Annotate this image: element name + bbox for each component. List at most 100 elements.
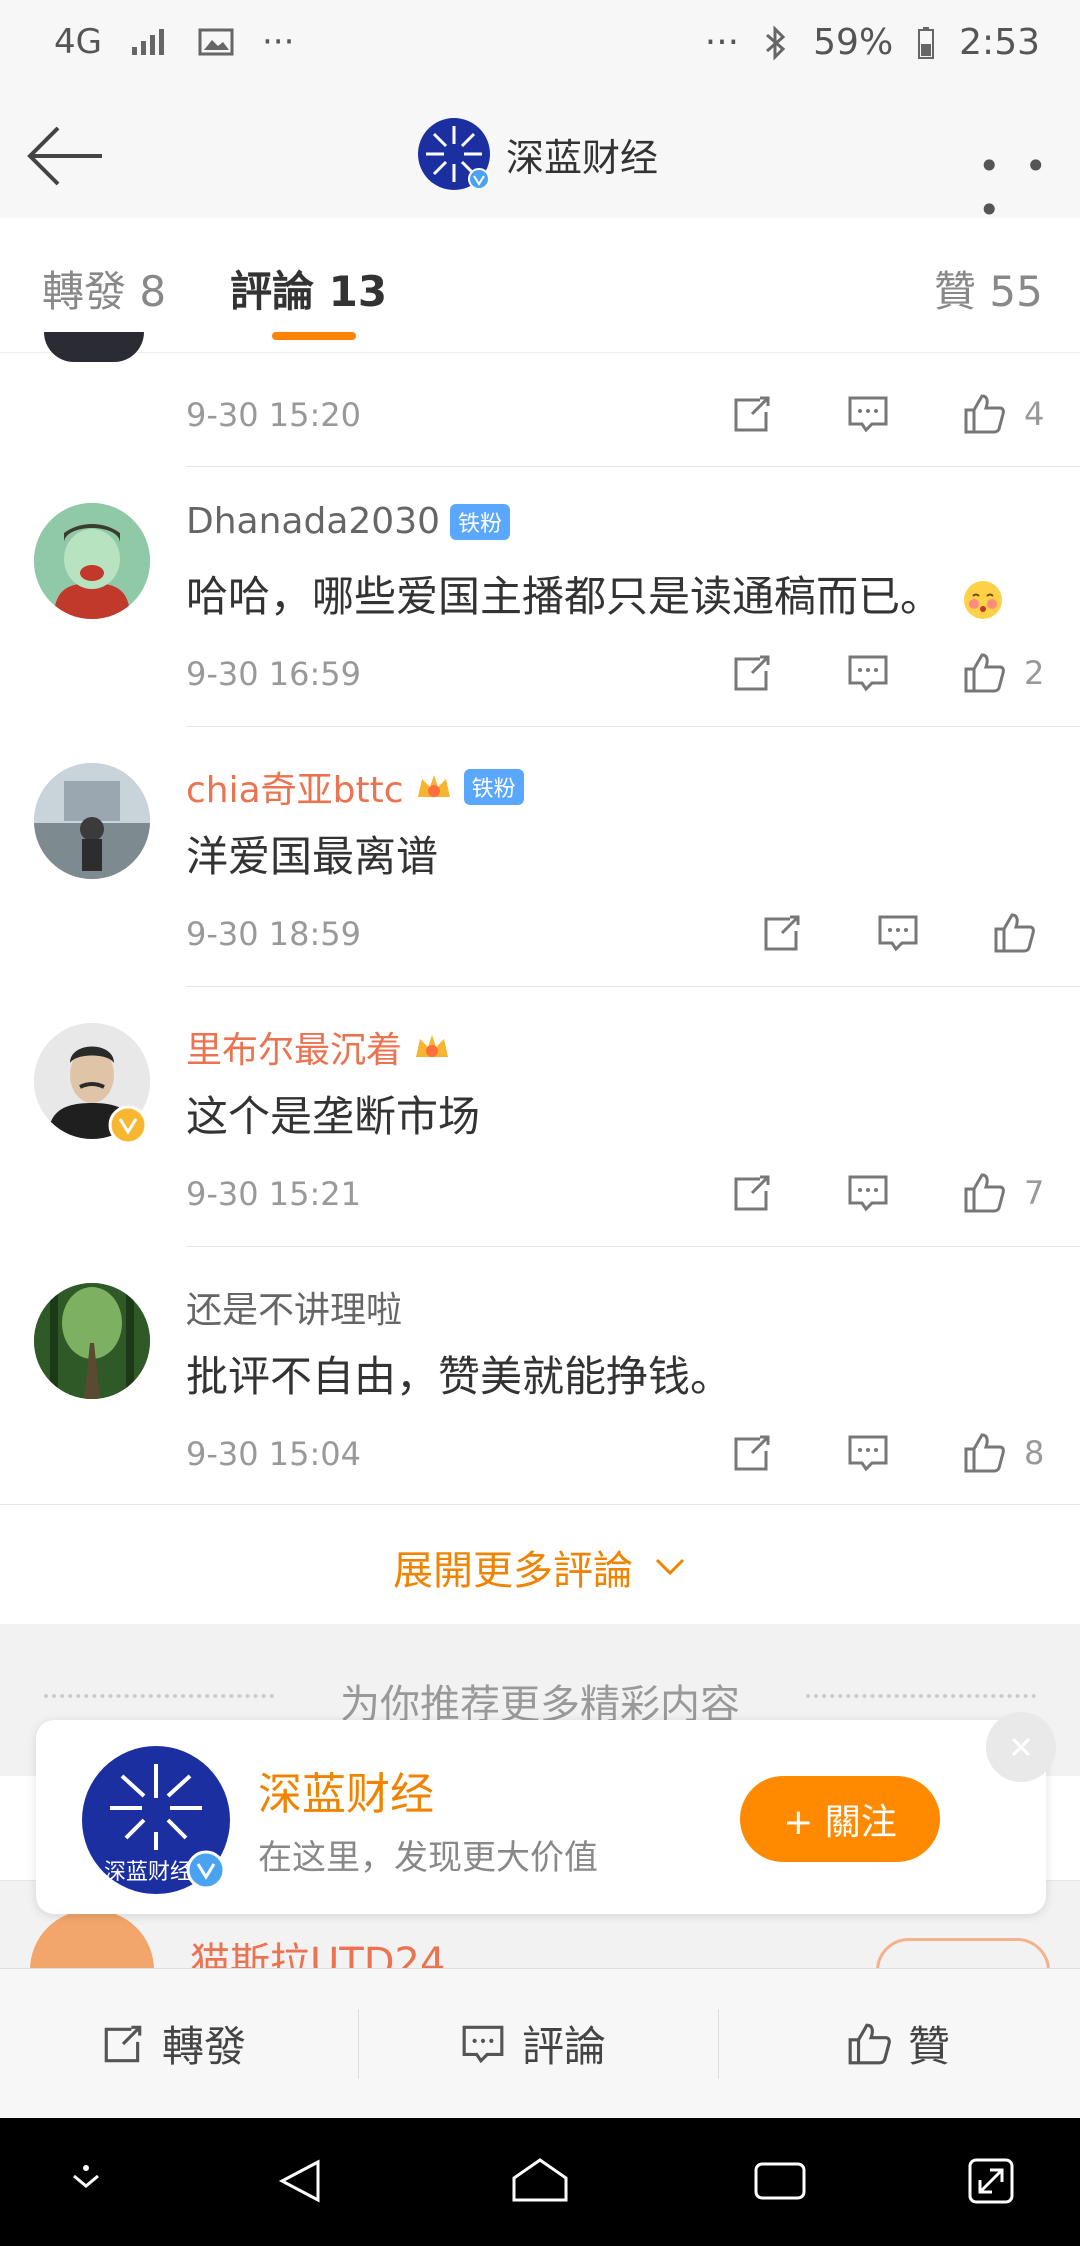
fan-badge: 铁粉 — [450, 503, 511, 540]
recent-apps-icon[interactable] — [752, 2156, 808, 2206]
forest-avatar-icon — [34, 1283, 150, 1399]
comment-item: 9-30 15:20 4 — [0, 332, 1080, 468]
image-icon — [198, 28, 234, 56]
repost-icon[interactable] — [730, 1431, 774, 1475]
avatar[interactable] — [34, 503, 150, 619]
blush-emoji-icon — [964, 580, 1003, 619]
comment-icon[interactable] — [876, 911, 920, 955]
avatar-caption: 深蓝财经 — [104, 1860, 193, 1885]
like-icon[interactable] — [962, 1171, 1006, 1215]
comment-actions: 2 — [730, 651, 1044, 695]
comment-time: 9-30 18:59 — [186, 915, 362, 953]
cartoon-face-icon — [34, 503, 150, 619]
toolbar-repost-label: 轉發 — [162, 2022, 247, 2071]
system-nav-bar — [0, 2118, 1080, 2246]
comment-icon[interactable] — [846, 1171, 890, 1215]
expand-screen-icon[interactable] — [966, 2156, 1016, 2206]
expand-more-label: 展開更多評論 — [393, 1548, 633, 1594]
expand-more-comments-button[interactable]: 展開更多評論 — [0, 1504, 1080, 1624]
tab-likes[interactable]: 贊 55 — [934, 258, 1043, 319]
verified-yellow-icon — [108, 1105, 148, 1145]
follow-suggestion-card: 深蓝财经 深蓝财经 在这里，发现更大价值 + 關注 — [36, 1712, 1056, 1914]
toolbar-comment-label: 評論 — [522, 2022, 607, 2071]
avatar[interactable] — [34, 1283, 150, 1399]
verified-icon — [186, 1850, 226, 1890]
signal-icon — [131, 29, 164, 55]
home-icon[interactable] — [510, 2156, 570, 2206]
comment-actions: 4 — [730, 392, 1044, 436]
active-tab-indicator — [272, 332, 356, 340]
toolbar-separator — [718, 2009, 719, 2079]
status-bar: 4G ··· ··· 59% 2:53 — [0, 0, 1080, 92]
account-header[interactable]: 深蓝财经 — [418, 118, 658, 190]
comment-time: 9-30 15:20 — [186, 396, 362, 434]
toolbar-comment-button[interactable]: 評論 — [460, 2013, 606, 2074]
username[interactable]: chia奇亚bttc — [186, 761, 404, 813]
comment-time: 9-30 15:21 — [186, 1175, 362, 1213]
toolbar-like-button[interactable]: 贊 — [846, 2013, 950, 2074]
photo-avatar-icon — [34, 763, 150, 879]
repost-icon[interactable] — [730, 392, 774, 436]
bottom-toolbar: 轉發 評論 贊 — [0, 1968, 1080, 2119]
repost-icon[interactable] — [760, 911, 804, 955]
more-notifications: ··· — [261, 22, 295, 62]
username[interactable]: 还是不讲理啦 — [186, 1281, 402, 1333]
repost-icon[interactable] — [730, 1171, 774, 1215]
comment-username-row: 里布尔最沉着 — [186, 1021, 452, 1073]
like-count: 7 — [1024, 1174, 1045, 1212]
chevron-down-icon — [655, 1558, 685, 1576]
comment-icon — [462, 2025, 504, 2063]
comment-actions: 7 — [730, 1171, 1044, 1215]
comment-username-row: Dhanada2030 铁粉 — [186, 501, 511, 542]
network-indicator: 4G — [54, 22, 102, 62]
comment-text: 批评不自由，赞美就能挣钱。 — [186, 1352, 733, 1401]
comment-item: 里布尔最沉着 这个是垄断市场 9-30 15:21 7 — [0, 987, 1080, 1247]
card-avatar[interactable]: 深蓝财经 — [82, 1746, 230, 1894]
toolbar-like-label: 贊 — [908, 2022, 951, 2071]
toolbar-separator — [358, 2009, 359, 2079]
tab-repost[interactable]: 轉發 8 — [42, 258, 166, 319]
comment-item: chia奇亚bttc 铁粉 洋爱国最离谱 9-30 18:59 — [0, 727, 1080, 987]
tab-comments[interactable]: 評論 13 — [230, 258, 387, 319]
verified-icon — [468, 168, 490, 190]
crown-icon — [417, 775, 450, 797]
toolbar-repost-button[interactable]: 轉發 — [100, 2013, 246, 2074]
status-right: ··· 59% 2:53 — [705, 22, 1040, 63]
close-icon — [1011, 1737, 1031, 1757]
battery-icon — [918, 26, 935, 59]
like-icon[interactable] — [962, 651, 1006, 695]
close-card-button[interactable] — [986, 1712, 1056, 1782]
follow-button[interactable]: + 關注 — [740, 1776, 940, 1862]
comment-icon[interactable] — [846, 651, 890, 695]
comment-item: Dhanada2030 铁粉 哈哈，哪些爱国主播都只是读通稿而已。 9-30 1… — [0, 467, 1080, 727]
avatar[interactable] — [34, 763, 150, 879]
comment-icon[interactable] — [846, 1431, 890, 1475]
account-avatar[interactable] — [418, 118, 490, 190]
like-icon[interactable] — [962, 1431, 1006, 1475]
like-count: 4 — [1024, 395, 1045, 433]
like-icon[interactable] — [962, 392, 1006, 436]
username[interactable]: 里布尔最沉着 — [186, 1021, 402, 1073]
card-account-name[interactable]: 深蓝财经 — [258, 1758, 434, 1822]
like-icon[interactable] — [992, 911, 1036, 955]
comment-text: 洋爱国最离谱 — [186, 832, 439, 881]
page-title: 深蓝财经 — [506, 135, 659, 180]
comment-actions — [760, 911, 1036, 955]
like-icon — [848, 2023, 891, 2064]
comment-actions: 8 — [730, 1431, 1044, 1475]
hide-keyboard-icon[interactable] — [66, 2156, 106, 2196]
comment-item: 还是不讲理啦 批评不自由，赞美就能挣钱。 9-30 15:04 8 — [0, 1247, 1080, 1505]
repost-icon — [104, 2025, 142, 2062]
system-back-icon[interactable] — [276, 2156, 326, 2206]
tab-bar: 轉發 8 評論 13 贊 55 — [0, 218, 1080, 353]
repost-icon[interactable] — [730, 651, 774, 695]
username[interactable]: Dhanada2030 — [186, 501, 440, 542]
back-button[interactable] — [24, 116, 108, 196]
more-indicator: ··· — [704, 22, 740, 63]
back-arrow-icon — [27, 126, 102, 186]
comment-text: 哈哈，哪些爱国主播都只是读通稿而已。 — [186, 563, 1005, 624]
comment-time: 9-30 15:04 — [186, 1435, 362, 1473]
comment-icon[interactable] — [846, 392, 890, 436]
avatar[interactable] — [44, 332, 144, 362]
like-count: 8 — [1024, 1434, 1045, 1472]
